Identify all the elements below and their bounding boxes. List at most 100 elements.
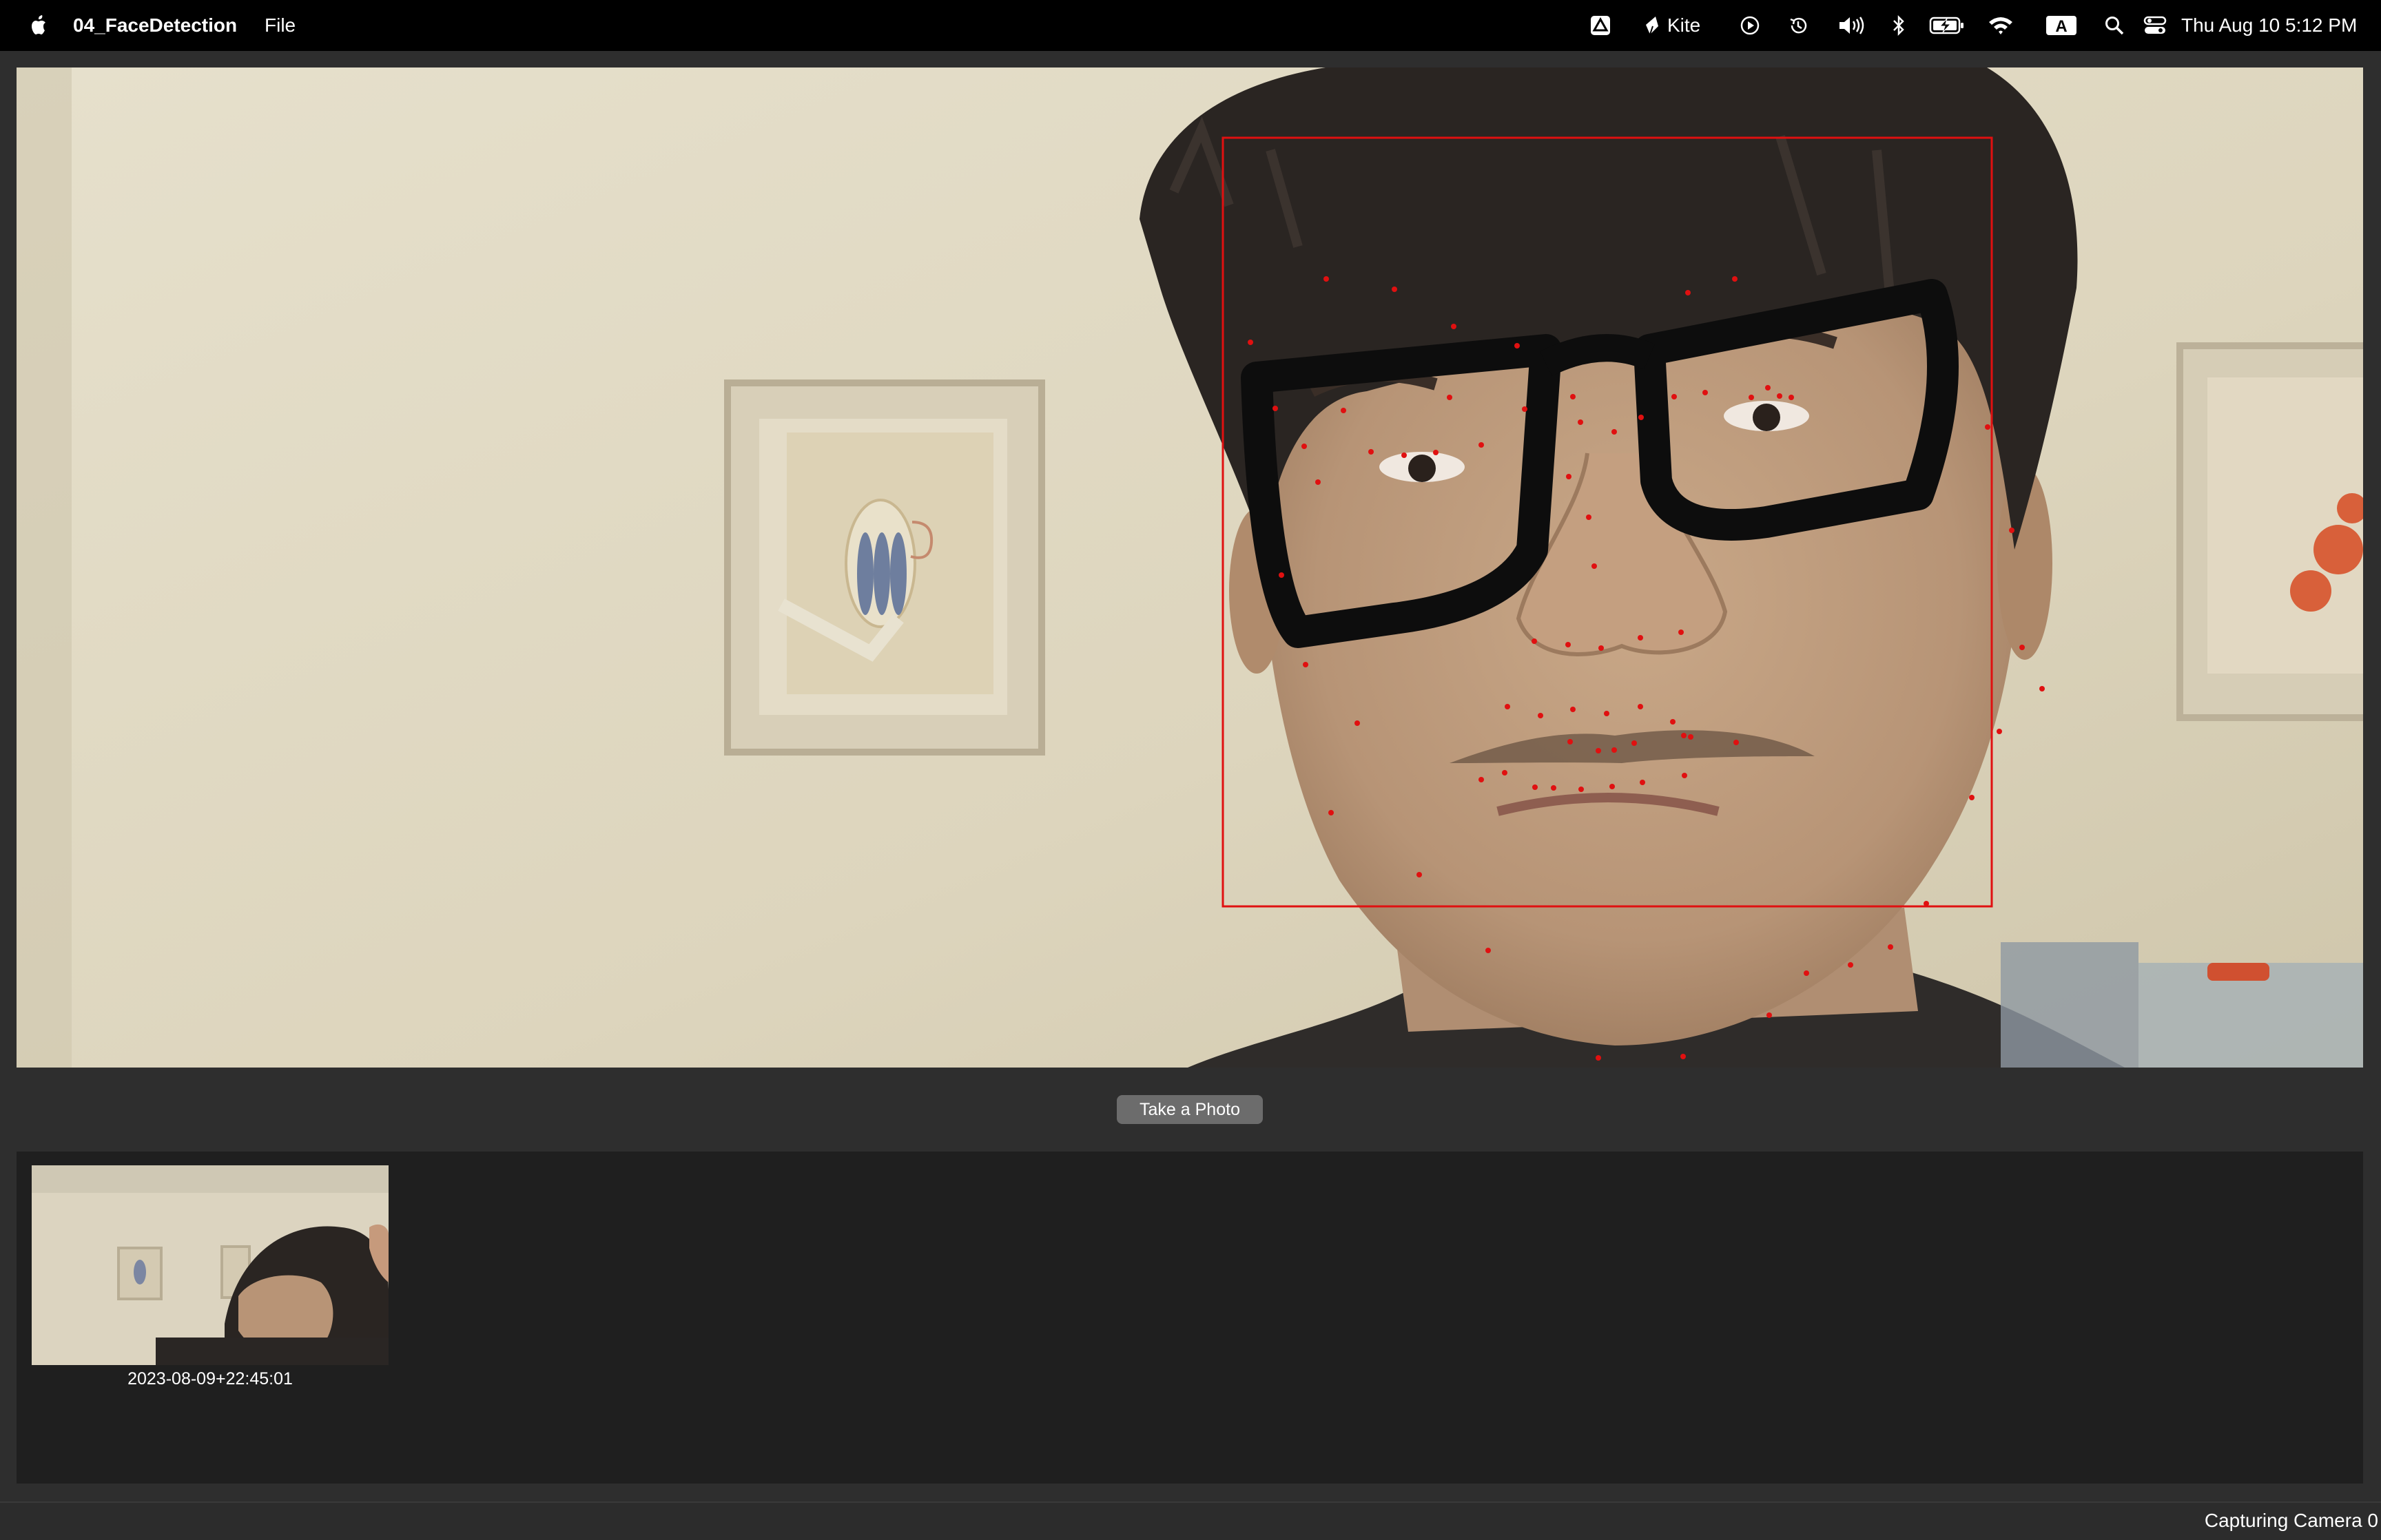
photo-gallery: 2023-08-09+22:45:01 <box>17 1152 2363 1484</box>
landmark-point <box>1681 733 1687 738</box>
landmark-point <box>1888 944 1893 950</box>
kite-icon[interactable] <box>1641 13 1663 38</box>
landmark-point <box>1328 810 1334 815</box>
landmark-point <box>1570 394 1576 399</box>
landmark-point <box>1848 962 1853 968</box>
landmark-point <box>1638 704 1643 709</box>
landmark-point <box>1596 1055 1601 1061</box>
landmark-point <box>1522 406 1527 412</box>
landmark-point <box>1323 276 1329 282</box>
landmark-point <box>1341 408 1346 413</box>
landmark-point <box>1567 739 1573 745</box>
app-name-menu[interactable]: 04_FaceDetection <box>73 0 237 51</box>
landmark-point <box>1789 395 1794 400</box>
bluetooth-icon[interactable] <box>1888 13 1909 38</box>
landmark-point <box>2039 686 2045 691</box>
landmark-point <box>1609 784 1615 789</box>
wall-picture-frame-right <box>2176 342 2363 721</box>
input-source-icon[interactable]: A <box>2045 13 2078 38</box>
gallery-thumbnail[interactable] <box>32 1165 389 1365</box>
landmark-point <box>1591 563 1597 569</box>
landmark-point <box>1732 276 1738 282</box>
status-bar: Capturing Camera 0 <box>0 1501 2381 1540</box>
landmark-point <box>1611 747 1617 753</box>
time-machine-icon[interactable] <box>1786 13 1811 38</box>
landmark-point <box>1638 635 1643 641</box>
landmark-point <box>1566 474 1571 479</box>
drive-icon[interactable] <box>1588 13 1613 38</box>
landmark-point <box>1631 740 1637 746</box>
landmark-point <box>1680 1054 1686 1059</box>
apple-icon[interactable] <box>25 12 52 39</box>
landmark-point <box>1688 734 1693 740</box>
landmark-point <box>1478 777 1484 782</box>
landmark-point <box>1671 394 1677 399</box>
landmark-point <box>1670 719 1676 725</box>
landmark-point <box>1604 711 1609 716</box>
status-text: Capturing Camera 0 <box>2204 1510 2378 1531</box>
landmark-point <box>1924 901 1929 906</box>
landmark-point <box>1392 287 1397 292</box>
landmark-point <box>1551 785 1556 791</box>
landmark-point <box>1596 748 1601 753</box>
landmark-point <box>1578 419 1583 425</box>
camera-preview <box>17 67 2363 1068</box>
landmark-point <box>1685 290 1691 295</box>
landmark-point <box>1279 572 1284 578</box>
wifi-icon[interactable] <box>1987 13 2014 38</box>
take-photo-button[interactable]: Take a Photo <box>1117 1095 1263 1124</box>
landmark-point <box>1538 713 1543 718</box>
menu-bar-clock[interactable]: Thu Aug 10 5:12 PM <box>2181 13 2357 38</box>
landmark-point <box>1985 424 1990 430</box>
landmark-point <box>1505 704 1510 709</box>
status-menu-area: Kite A Thu Aug 10 5:12 PM <box>1554 0 2381 51</box>
landmark-point <box>1532 638 1537 644</box>
landmark-point <box>1570 707 1576 712</box>
battery-charging-icon[interactable] <box>1928 13 1966 38</box>
landmark-point <box>1248 340 1253 345</box>
file-menu[interactable]: File <box>265 0 296 51</box>
landmark-point <box>1678 629 1684 635</box>
wall-picture-frame <box>724 379 1045 756</box>
landmark-point <box>1611 429 1617 435</box>
search-icon[interactable] <box>2103 13 2126 38</box>
landmark-point <box>2009 528 2014 533</box>
landmark-point <box>1578 787 1584 792</box>
landmark-point <box>1586 514 1591 520</box>
landmark-point <box>1478 442 1484 448</box>
control-center-icon[interactable] <box>2141 13 2169 38</box>
landmark-point <box>1447 395 1452 400</box>
volume-icon[interactable] <box>1837 13 1867 38</box>
landmark-point <box>1702 390 1708 395</box>
landmark-point <box>1301 444 1307 449</box>
camera-frame <box>17 67 2363 1068</box>
play-icon[interactable] <box>1738 13 1762 38</box>
landmark-point <box>1733 740 1739 745</box>
landmark-point <box>1749 395 1754 400</box>
landmark-point <box>1682 773 1687 778</box>
landmark-point <box>1997 729 2002 734</box>
landmark-point <box>1969 795 1975 800</box>
landmark-point <box>1416 872 1422 877</box>
landmark-point <box>1451 324 1456 329</box>
landmark-point <box>2019 645 2025 650</box>
landmark-point <box>1638 415 1644 420</box>
landmark-point <box>1766 1012 1772 1018</box>
landmark-point <box>1598 645 1604 651</box>
landmark-point <box>1777 393 1782 399</box>
landmark-point <box>1514 343 1520 348</box>
landmark-point <box>1368 449 1374 455</box>
menu-bar: 04_FaceDetection File Kite A Thu Aug 10 … <box>0 0 2381 51</box>
kite-label[interactable]: Kite <box>1667 13 1700 38</box>
landmark-point <box>1565 642 1571 647</box>
landmark-point <box>1765 385 1771 391</box>
landmark-point <box>1433 450 1439 455</box>
landmark-point <box>1401 452 1407 458</box>
thumbnail-caption: 2023-08-09+22:45:01 <box>127 1369 293 1388</box>
landmark-point <box>1485 948 1491 953</box>
landmark-point <box>1532 784 1538 790</box>
input-source-letter: A <box>2055 17 2067 36</box>
landmark-point <box>1640 780 1645 785</box>
landmark-point <box>1804 970 1809 976</box>
landmark-point <box>1303 662 1308 667</box>
